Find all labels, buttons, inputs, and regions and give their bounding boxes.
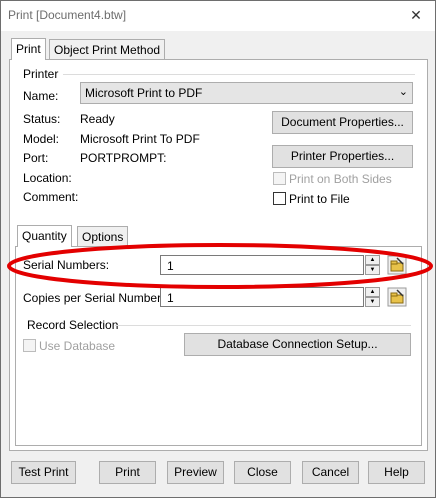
record-selection-line bbox=[115, 325, 411, 326]
print-both-sides-checkbox[interactable] bbox=[273, 172, 286, 185]
preview-button[interactable]: Preview bbox=[167, 461, 224, 484]
comment-label: Comment: bbox=[23, 190, 79, 204]
model-label: Model: bbox=[23, 132, 60, 146]
use-database-checkbox[interactable] bbox=[23, 339, 36, 352]
port-value: PORTPROMPT: bbox=[80, 151, 167, 165]
record-selection-label: Record Selection bbox=[27, 318, 119, 332]
model-value: Microsoft Print To PDF bbox=[80, 132, 200, 146]
printer-properties-button[interactable]: Printer Properties... bbox=[272, 145, 413, 168]
window-title: Print [Document4.btw] bbox=[8, 8, 127, 22]
close-icon[interactable]: ✕ bbox=[401, 3, 431, 27]
print-dialog: Print [Document4.btw] ✕ Print Object Pri… bbox=[0, 0, 436, 498]
highlight-ellipse bbox=[7, 243, 433, 289]
status-label: Status: bbox=[23, 112, 61, 126]
name-label: Name: bbox=[23, 89, 59, 103]
tab-object-print-method[interactable]: Object Print Method bbox=[49, 39, 166, 60]
title-bar: Print [Document4.btw] ✕ bbox=[1, 1, 435, 31]
printer-group-line bbox=[63, 74, 415, 75]
database-connection-setup-button[interactable]: Database Connection Setup... bbox=[184, 333, 411, 356]
close-button[interactable]: Close bbox=[234, 461, 291, 484]
port-label: Port: bbox=[23, 151, 49, 165]
document-properties-button[interactable]: Document Properties... bbox=[272, 111, 413, 134]
test-print-button[interactable]: Test Print bbox=[11, 461, 76, 484]
tab-quantity[interactable]: Quantity bbox=[17, 225, 72, 247]
use-database-label: Use Database bbox=[39, 339, 116, 353]
print-both-sides-label: Print on Both Sides bbox=[289, 172, 392, 186]
chevron-down-icon: ⌄ bbox=[398, 86, 408, 98]
tab-print[interactable]: Print bbox=[11, 38, 46, 60]
cancel-button[interactable]: Cancel bbox=[302, 461, 359, 484]
status-value: Ready bbox=[80, 112, 115, 126]
printer-name-select[interactable]: Microsoft Print to PDF ⌄ bbox=[80, 82, 413, 104]
help-button[interactable]: Help bbox=[368, 461, 425, 484]
spin-down-icon[interactable]: ▼ bbox=[365, 297, 380, 307]
printer-group-label: Printer bbox=[23, 67, 59, 81]
print-to-file-checkbox[interactable] bbox=[273, 192, 286, 205]
location-label: Location: bbox=[23, 171, 72, 185]
print-button[interactable]: Print bbox=[99, 461, 156, 484]
printer-name-value: Microsoft Print to PDF bbox=[85, 86, 203, 100]
print-to-file-label: Print to File bbox=[289, 192, 350, 206]
